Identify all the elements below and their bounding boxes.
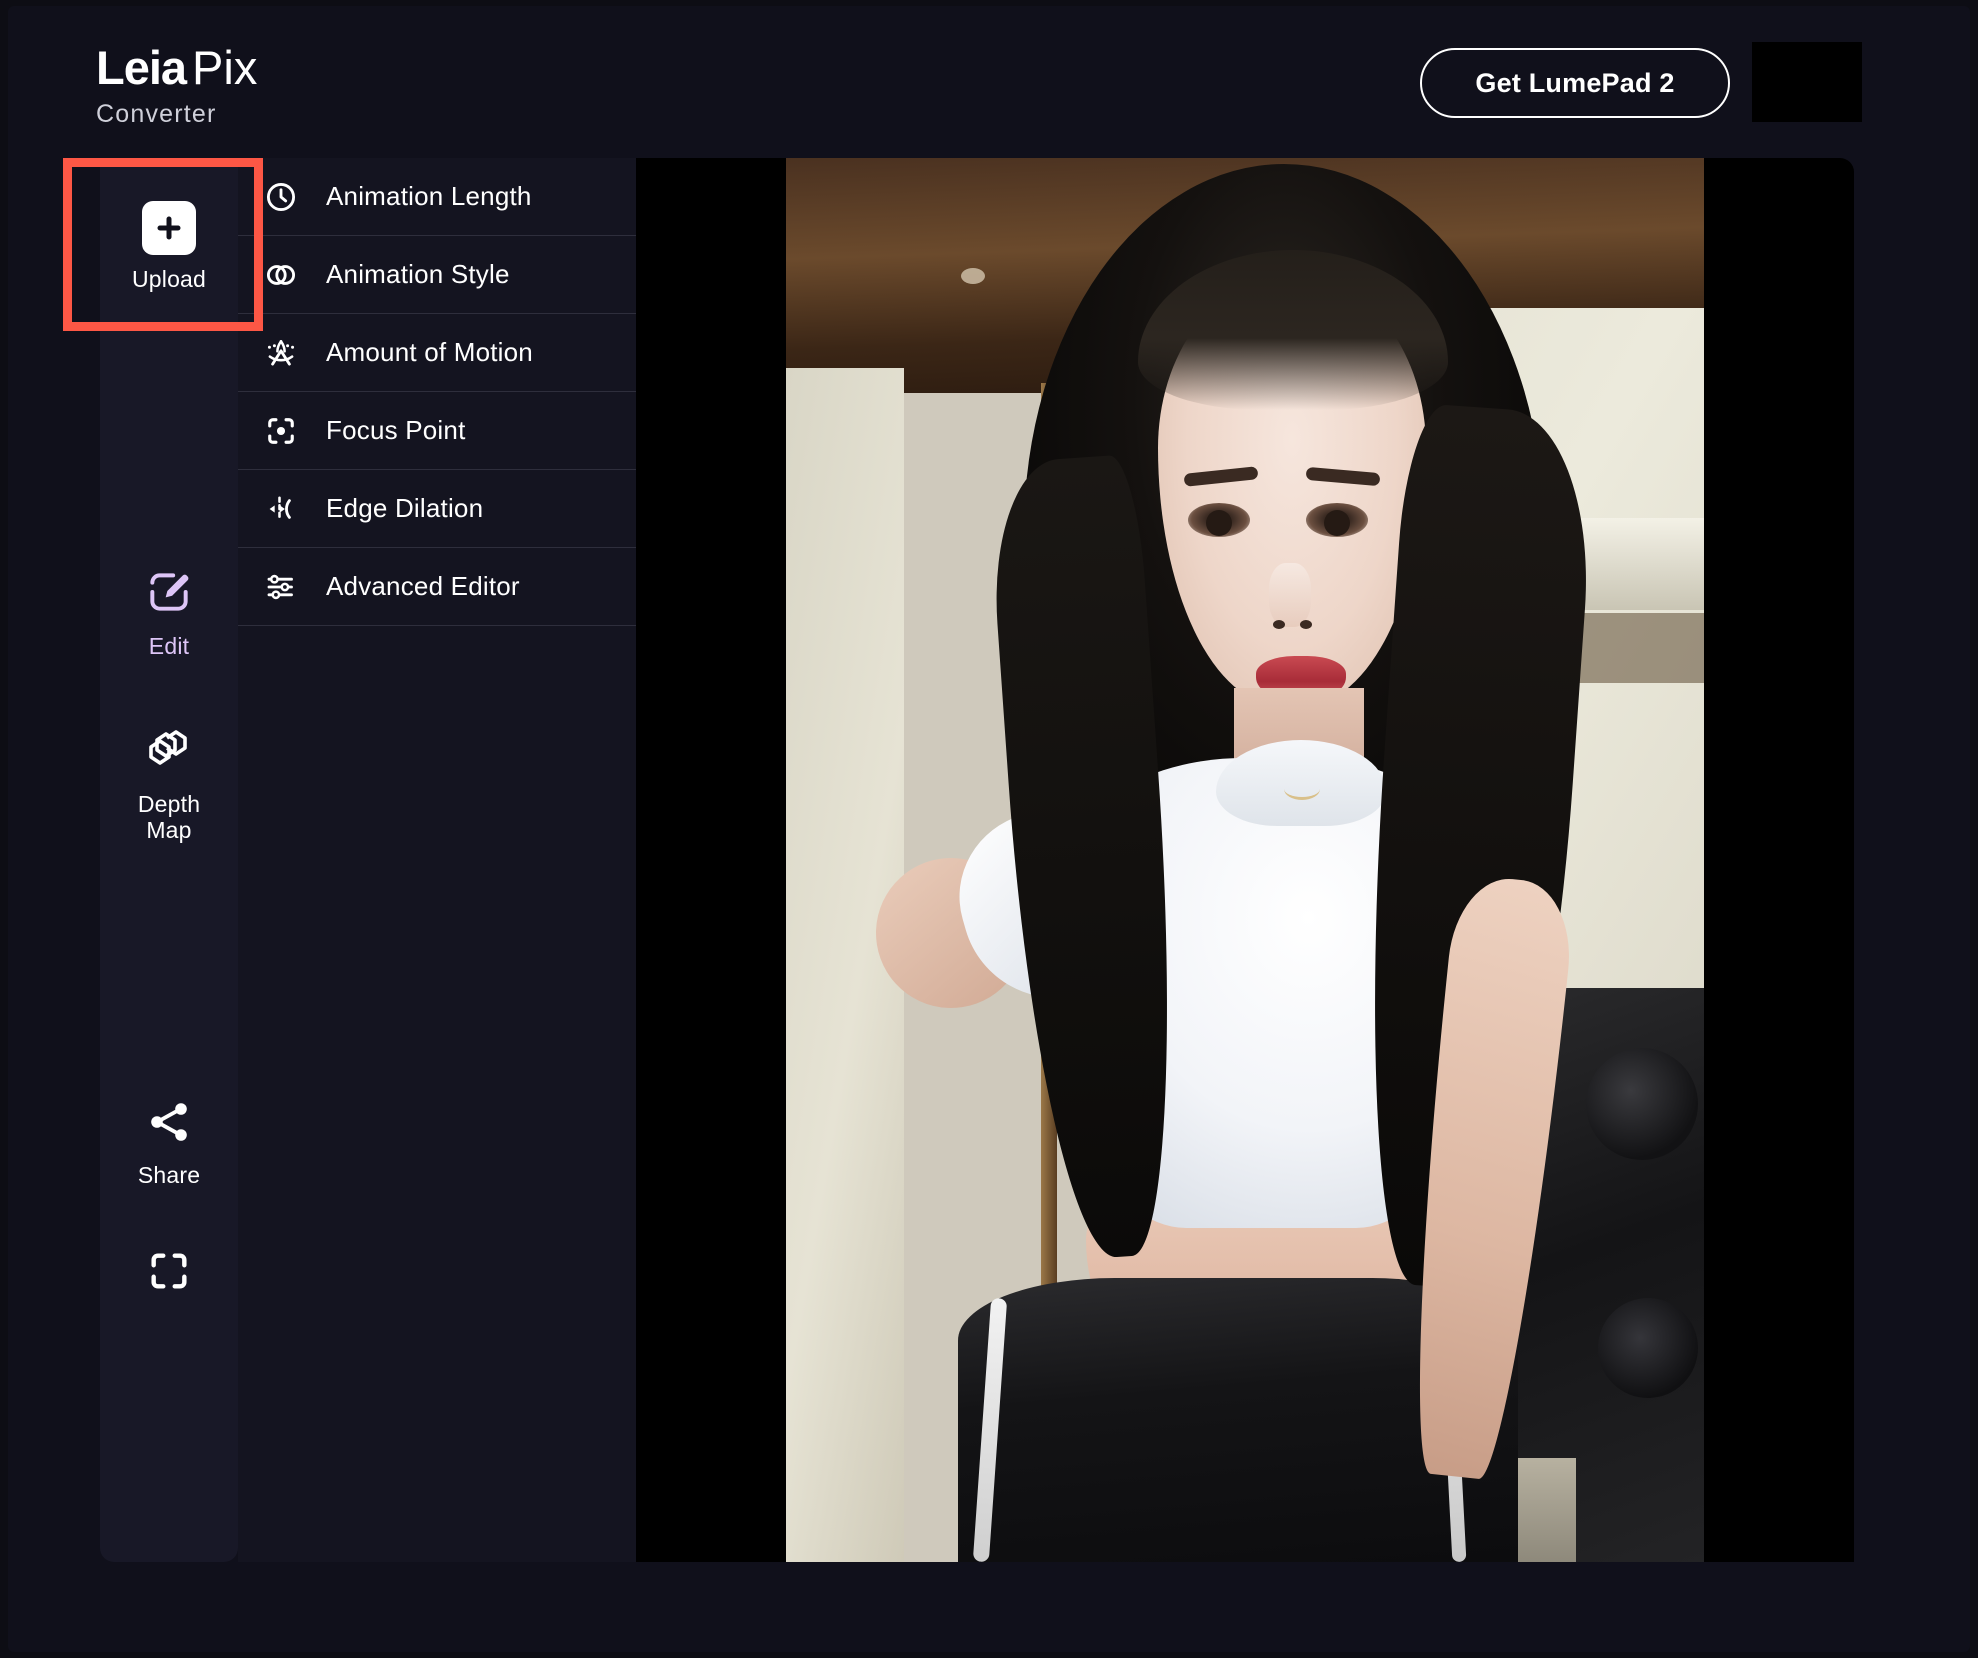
focus-target-icon — [258, 408, 304, 454]
menu-item-advanced-editor[interactable]: Advanced Editor — [238, 548, 636, 626]
rail-item-depth-map-label: Depth Map — [137, 790, 201, 844]
rail-item-edit-label: Edit — [148, 632, 190, 659]
rail-item-edit[interactable]: Edit — [100, 558, 238, 668]
depth-map-label-line1: Depth — [137, 790, 201, 817]
menu-item-animation-length-label: Animation Length — [326, 181, 532, 211]
menu-item-edge-dilation[interactable]: Edge Dilation — [238, 470, 636, 548]
rail-item-share[interactable]: Share — [100, 1088, 238, 1198]
menu-item-amount-of-motion[interactable]: Amount of Motion — [238, 314, 636, 392]
plus-square-icon — [142, 201, 196, 256]
edge-dilation-icon — [258, 486, 304, 532]
photo-necklace — [1284, 778, 1320, 800]
logo-wordmark: Leia Pix — [96, 44, 257, 91]
app-window: LeiaPix Converter Get LumePad 2 Upload — [8, 6, 1970, 1652]
menu-item-animation-length[interactable]: Animation Length — [238, 158, 636, 236]
left-tool-rail: Upload Edit Depth Map Share — [100, 158, 238, 1562]
photo-ceiling-light — [961, 268, 985, 284]
app-logo[interactable]: Leia Pix Converter — [96, 44, 257, 129]
logo-leia-text: Leia — [96, 41, 187, 94]
rail-item-share-label: Share — [137, 1161, 201, 1188]
rail-item-fullscreen[interactable] — [100, 1238, 238, 1308]
photo-pupil-left — [1206, 510, 1232, 536]
menu-item-animation-style[interactable]: Animation Style — [238, 236, 636, 314]
menu-item-focus-point[interactable]: Focus Point — [238, 392, 636, 470]
rail-item-upload[interactable]: Upload — [100, 186, 238, 308]
settings-menu-panel: Animation Length Animation Style Amount … — [238, 158, 636, 1562]
menu-item-edge-dilation-label: Edge Dilation — [326, 493, 484, 523]
overlapping-circles-icon — [258, 252, 304, 298]
preview-image — [786, 158, 1704, 1562]
photo-nostril-left — [1273, 620, 1285, 629]
fullscreen-icon — [146, 1248, 192, 1299]
motion-icon — [258, 330, 304, 376]
menu-item-focus-point-label: Focus Point — [326, 415, 466, 445]
rail-item-depth-map[interactable]: Depth Map — [100, 718, 238, 848]
depth-map-label-line2: Map — [146, 816, 192, 843]
pencil-square-icon — [144, 567, 194, 622]
image-viewer[interactable] — [636, 158, 1854, 1562]
sliders-icon — [258, 564, 304, 610]
share-nodes-icon — [145, 1098, 193, 1151]
logo-pix-text: Pix — [192, 41, 258, 94]
header-accent-square — [1752, 42, 1862, 122]
layers-cube-icon — [143, 723, 195, 780]
photo-nostril-right — [1300, 620, 1312, 629]
rail-item-upload-label: Upload — [131, 266, 207, 293]
logo-subtitle: Converter — [96, 100, 217, 128]
menu-item-amount-of-motion-label: Amount of Motion — [326, 337, 533, 367]
photo-nose — [1269, 563, 1311, 627]
photo-gym-wheel-lower — [1598, 1298, 1698, 1398]
clock-icon — [258, 174, 304, 220]
menu-item-animation-style-label: Animation Style — [326, 259, 510, 289]
get-lumepad-button[interactable]: Get LumePad 2 — [1420, 48, 1730, 118]
app-header: Leia Pix Converter Get LumePad 2 — [8, 6, 1970, 158]
photo-pupil-right — [1324, 510, 1350, 536]
menu-item-advanced-editor-label: Advanced Editor — [326, 571, 520, 601]
photo-gym-wheel-upper — [1586, 1048, 1698, 1160]
